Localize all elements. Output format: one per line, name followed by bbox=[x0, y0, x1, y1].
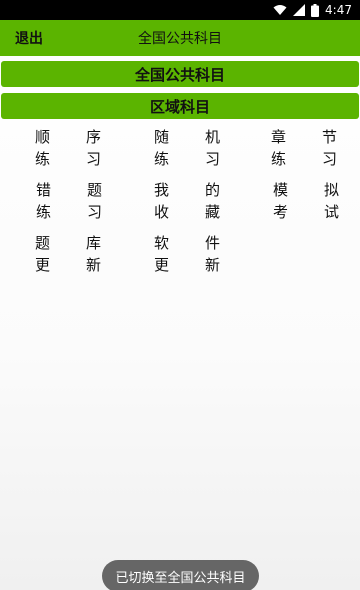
menu-item-text: 随 bbox=[154, 128, 170, 146]
status-time: 4:47 bbox=[325, 3, 352, 17]
category-national-button[interactable]: 全国公共科目 bbox=[1, 61, 359, 87]
title-bar: 全国公共科目 退出 bbox=[0, 20, 360, 56]
menu-item-text: 收 bbox=[154, 203, 170, 221]
menu-item-my-favorites[interactable]: 我 的 收 藏 bbox=[154, 179, 220, 223]
menu-item-chapter-practice[interactable]: 章 节 练 习 bbox=[271, 126, 337, 170]
menu-item-text: 题 bbox=[86, 181, 102, 199]
menu-item-question-bank-update[interactable]: 题 库 更 新 bbox=[35, 232, 101, 276]
menu-item-text: 新 bbox=[204, 256, 220, 274]
menu-item-text: 练 bbox=[271, 150, 287, 168]
menu-item-text: 习 bbox=[85, 150, 101, 168]
menu-item-mock-exam[interactable]: 模 拟 考 试 bbox=[273, 179, 339, 223]
menu-item-sequential-practice[interactable]: 顺 序 练 习 bbox=[35, 126, 101, 170]
menu-item-text: 软 bbox=[154, 234, 170, 252]
toast-message: 已切换至全国公共科目 bbox=[102, 560, 259, 590]
exit-button[interactable]: 退出 bbox=[15, 20, 43, 56]
status-bar: 4:47 bbox=[0, 0, 360, 20]
menu-item-text: 节 bbox=[321, 128, 337, 146]
menu-item-text: 练 bbox=[36, 203, 52, 221]
menu-item-text: 练 bbox=[35, 150, 51, 168]
menu-item-text: 习 bbox=[204, 150, 220, 168]
menu-item-text: 顺 bbox=[35, 128, 51, 146]
menu-item-text: 新 bbox=[85, 256, 101, 274]
menu-item-text: 习 bbox=[86, 203, 102, 221]
menu-item-text: 更 bbox=[154, 256, 170, 274]
category-regional-button[interactable]: 区域科目 bbox=[1, 93, 359, 119]
menu-item-text: 模 bbox=[273, 181, 289, 199]
battery-icon bbox=[311, 3, 320, 17]
menu-item-text: 章 bbox=[271, 128, 287, 146]
menu-item-text: 机 bbox=[204, 128, 220, 146]
menu-item-text: 藏 bbox=[204, 203, 220, 221]
wifi-icon bbox=[273, 4, 287, 16]
menu-item-text: 习 bbox=[321, 150, 337, 168]
menu-item-text: 题 bbox=[35, 234, 51, 252]
menu-item-text: 拟 bbox=[323, 181, 339, 199]
menu-item-text: 试 bbox=[323, 203, 339, 221]
menu-item-text: 我 bbox=[154, 181, 170, 199]
menu-item-wrong-answers-practice[interactable]: 错 题 练 习 bbox=[36, 179, 102, 223]
menu-item-text: 序 bbox=[85, 128, 101, 146]
menu-item-software-update[interactable]: 软 件 更 新 bbox=[154, 232, 220, 276]
menu-item-text: 更 bbox=[35, 256, 51, 274]
menu-item-text: 练 bbox=[154, 150, 170, 168]
page-title: 全国公共科目 bbox=[138, 31, 222, 47]
menu-item-text: 件 bbox=[204, 234, 220, 252]
menu-item-text: 库 bbox=[85, 234, 101, 252]
menu-item-text: 的 bbox=[204, 181, 220, 199]
menu-item-text: 错 bbox=[36, 181, 52, 199]
menu-item-random-practice[interactable]: 随 机 练 习 bbox=[154, 126, 220, 170]
signal-icon bbox=[293, 4, 306, 16]
menu-item-text: 考 bbox=[273, 203, 289, 221]
